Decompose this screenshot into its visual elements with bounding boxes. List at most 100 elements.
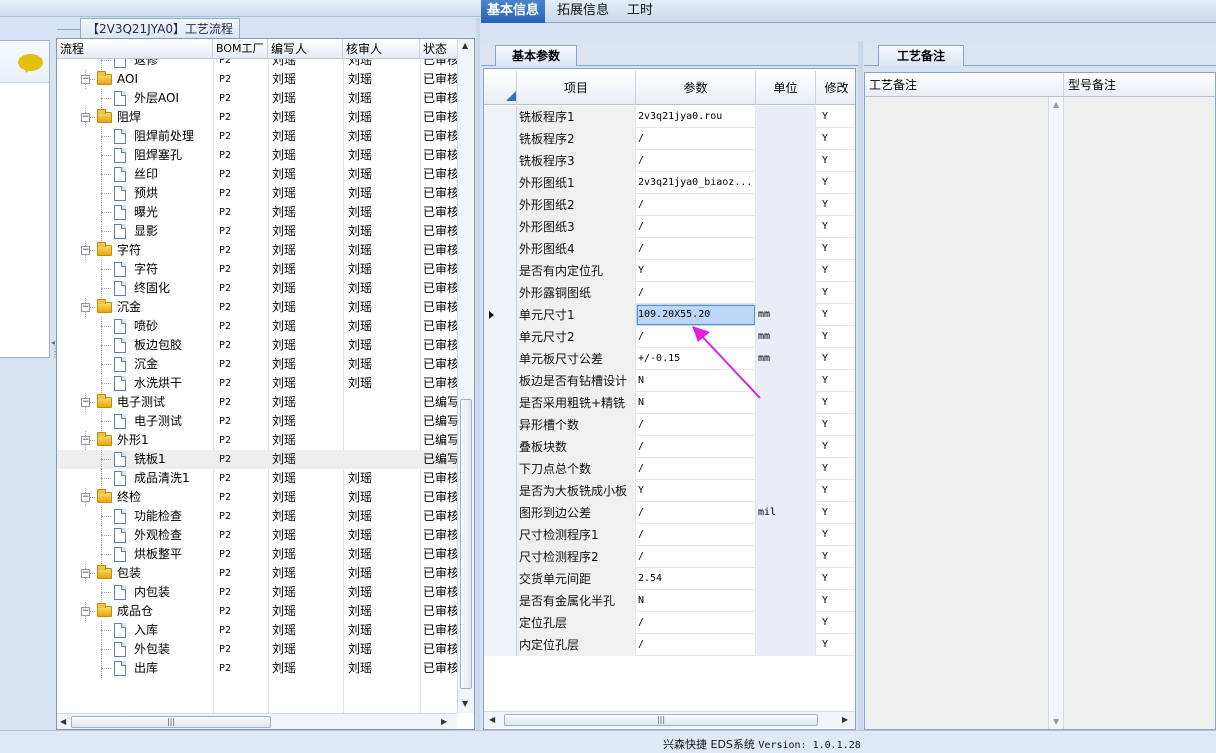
param-row[interactable]: 外形图纸4/ Y <box>484 238 855 260</box>
param-row[interactable]: 板边是否有钻槽设计 N Y <box>484 370 855 392</box>
row-selector[interactable] <box>484 326 517 348</box>
scroll-up-arrow-icon[interactable]: ▲ <box>1053 100 1059 109</box>
param-row[interactable]: 是否有金属化半孔 N Y <box>484 590 855 612</box>
scroll-right-arrow-icon[interactable]: ▶ <box>441 717 447 726</box>
param-value-cell[interactable]: / <box>636 238 756 260</box>
tree-step-row[interactable]: 阻焊塞孔 P2 刘瑶 刘瑶 已审核 <box>57 146 457 165</box>
tree-step-row[interactable]: 丝印 P2 刘瑶 刘瑶 已审核 <box>57 165 457 184</box>
param-row[interactable]: 是否有内定位孔 Y Y <box>484 260 855 282</box>
scroll-left-arrow-icon[interactable]: ◀ <box>60 717 66 726</box>
row-selector[interactable] <box>484 282 517 304</box>
tree-group-row[interactable]: − 终检 P2 刘瑶 刘瑶 已审核 <box>57 488 457 507</box>
row-selector[interactable] <box>484 612 517 634</box>
tree-group-row[interactable]: − 包装 P2 刘瑶 刘瑶 已审核 <box>57 564 457 583</box>
param-row[interactable]: 异形槽个数 / Y <box>484 414 855 436</box>
param-row[interactable]: 图形到边公差 / mil Y <box>484 502 855 524</box>
row-selector[interactable] <box>484 546 517 568</box>
row-selector[interactable] <box>484 480 517 502</box>
tree-horizontal-scrollbar[interactable]: ◀ ||| ▶ <box>57 713 457 729</box>
tree-group-row[interactable]: − 成品仓 P2 刘瑶 刘瑶 已审核 <box>57 602 457 621</box>
param-row[interactable]: 内定位孔层 / Y <box>484 634 855 656</box>
param-row[interactable]: 尺寸检测程序2/ Y <box>484 546 855 568</box>
collapse-toggle-icon[interactable]: − <box>81 113 90 122</box>
param-value-cell[interactable]: / <box>636 634 756 656</box>
collapse-toggle-icon[interactable]: − <box>81 398 90 407</box>
param-row[interactable]: 单元板尺寸公差 +/-0.15 mm Y <box>484 348 855 370</box>
param-row[interactable]: 铣板程序1 2v3q21jya0.rou Y <box>484 106 855 128</box>
row-selector[interactable] <box>484 260 517 282</box>
param-row[interactable]: 下刀点总个数 / Y <box>484 458 855 480</box>
notes-vertical-scrollbar[interactable]: ▲ ▼ <box>1048 97 1064 729</box>
column-header-unit[interactable]: 单位 <box>756 71 816 105</box>
collapse-toggle-icon[interactable]: − <box>81 607 90 616</box>
tab-basic-params[interactable]: 基本参数 <box>495 45 577 66</box>
scroll-down-arrow-icon[interactable]: ▼ <box>462 699 468 708</box>
param-value-cell[interactable]: Y <box>636 260 756 282</box>
param-row[interactable]: 尺寸检测程序1/ Y <box>484 524 855 546</box>
param-value-cell[interactable]: / <box>636 194 756 216</box>
row-selector[interactable] <box>484 590 517 612</box>
tree-step-row[interactable]: 外观检查 P2 刘瑶 刘瑶 已审核 <box>57 526 457 545</box>
row-selector[interactable] <box>484 304 517 326</box>
param-value-cell[interactable]: / <box>636 128 756 150</box>
tree-step-row[interactable]: 字符 P2 刘瑶 刘瑶 已审核 <box>57 260 457 279</box>
param-value-cell[interactable]: / <box>636 150 756 172</box>
param-value-cell[interactable]: / <box>636 436 756 458</box>
process-notes-field[interactable] <box>865 97 1048 729</box>
tree-step-row[interactable]: 沉金 P2 刘瑶 刘瑶 已审核 <box>57 355 457 374</box>
tree-group-row[interactable]: − 字符 P2 刘瑶 刘瑶 已审核 <box>57 241 457 260</box>
tree-step-row[interactable]: 烘板整平 P2 刘瑶 刘瑶 已审核 <box>57 545 457 564</box>
tree-step-row[interactable]: 内包装 P2 刘瑶 刘瑶 已审核 <box>57 583 457 602</box>
column-header-modify[interactable]: 修改 <box>816 71 855 105</box>
param-value-cell[interactable]: / <box>636 546 756 568</box>
param-row[interactable]: 叠板块数 / Y <box>484 436 855 458</box>
param-row[interactable]: 外形图纸1 2v3q21jya0_biaoz... Y <box>484 172 855 194</box>
column-header-process-notes[interactable]: 工艺备注 <box>865 73 1064 97</box>
tree-group-row[interactable]: − AOI P2 刘瑶 刘瑶 已审核 <box>57 70 457 89</box>
row-selector[interactable] <box>484 128 517 150</box>
row-selector[interactable] <box>484 524 517 546</box>
param-value-cell[interactable]: / <box>636 282 756 304</box>
param-row[interactable]: 外形图纸2/ Y <box>484 194 855 216</box>
param-row[interactable]: 铣板程序2/ Y <box>484 128 855 150</box>
scroll-down-arrow-icon[interactable]: ▼ <box>1053 717 1059 726</box>
tab-process-notes[interactable]: 工艺备注 <box>878 45 964 66</box>
param-value-cell[interactable]: N <box>636 590 756 612</box>
tree-step-row[interactable]: 水洗烘干 P2 刘瑶 刘瑶 已审核 <box>57 374 457 393</box>
param-value-cell[interactable]: Y <box>636 480 756 502</box>
tree-step-row[interactable]: 入库 P2 刘瑶 刘瑶 已审核 <box>57 621 457 640</box>
row-selector[interactable] <box>484 414 517 436</box>
collapse-toggle-icon[interactable]: − <box>81 436 90 445</box>
tree-group-row[interactable]: − 外形1 P2 刘瑶 已编写 <box>57 431 457 450</box>
row-selector[interactable] <box>484 436 517 458</box>
param-value-cell[interactable]: / <box>636 414 756 436</box>
row-selector[interactable] <box>484 194 517 216</box>
column-header-bom[interactable]: BOM工厂 <box>213 39 268 59</box>
param-value-cell[interactable]: 2.54 <box>636 568 756 590</box>
row-selector[interactable] <box>484 568 517 590</box>
param-row[interactable]: 单元尺寸1 109.20X55.20 mm Y <box>484 304 855 326</box>
tree-step-row[interactable]: 出库 P2 刘瑶 刘瑶 已审核 <box>57 659 457 678</box>
param-value-cell[interactable]: / <box>636 524 756 546</box>
tree-vertical-scrollbar[interactable]: ▲ ▼ <box>457 39 474 713</box>
chat-bubble-icon[interactable] <box>18 54 43 71</box>
tree-step-row[interactable]: 功能检查 P2 刘瑶 刘瑶 已审核 <box>57 507 457 526</box>
row-selector[interactable] <box>484 106 517 128</box>
tree-step-row[interactable]: 板边包胶 P2 刘瑶 刘瑶 已审核 <box>57 336 457 355</box>
row-selector[interactable] <box>484 634 517 656</box>
row-selector[interactable] <box>484 150 517 172</box>
column-header-status[interactable]: 状态 <box>420 39 457 59</box>
tree-group-row[interactable]: − 沉金 P2 刘瑶 刘瑶 已审核 <box>57 298 457 317</box>
tree-vertical-scroll-thumb[interactable] <box>460 399 472 689</box>
param-value-cell[interactable]: 2v3q21jya0.rou <box>636 106 756 128</box>
param-value-cell[interactable]: / <box>636 502 756 524</box>
scroll-up-arrow-icon[interactable]: ▲ <box>462 41 468 50</box>
column-header-flow[interactable]: 流程 <box>57 39 213 59</box>
row-selector[interactable] <box>484 392 517 414</box>
row-selector[interactable] <box>484 216 517 238</box>
column-header-reviewer[interactable]: 核审人 <box>343 39 420 59</box>
params-horizontal-scrollbar[interactable]: ◀ ||| ▶ <box>484 711 855 728</box>
column-header-model-notes[interactable]: 型号备注 <box>1064 73 1215 97</box>
param-value-cell[interactable]: 2v3q21jya0_biaoz... <box>636 172 756 194</box>
column-header-author[interactable]: 编写人 <box>268 39 343 59</box>
